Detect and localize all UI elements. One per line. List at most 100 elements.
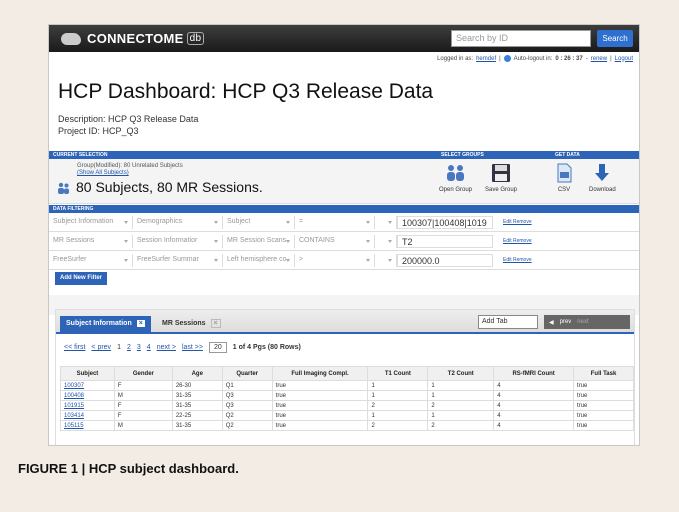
add-filter-button[interactable]: Add New Filter <box>55 272 108 285</box>
filter-value-input[interactable]: 100307|100408|1019 <box>397 215 493 229</box>
table-row: 101915 F 31-35 Q3 true 2 2 4 true <box>60 400 634 411</box>
tab-bar: Subject Information × MR Sessions × Add … <box>56 310 634 334</box>
filter-operator-select-2[interactable] <box>375 215 397 229</box>
logo[interactable]: CONNECTOME db <box>61 31 205 46</box>
subjects-table: Subject Gender Age Quarter Full Imaging … <box>60 366 634 431</box>
get-data-label: GET DATA <box>555 152 580 158</box>
edit-remove-link[interactable]: Edit Remove <box>503 257 532 263</box>
filter-operator-select-2[interactable] <box>375 253 397 267</box>
filter-value-input[interactable]: 200000.0 <box>397 253 493 267</box>
table-cell: true <box>271 390 369 401</box>
page-3-link[interactable]: 3 <box>137 344 141 351</box>
table-cell: F <box>113 400 173 411</box>
user-link[interactable]: hemdef <box>476 56 496 62</box>
subject-link[interactable]: 105115 <box>60 420 115 431</box>
edit-remove-link[interactable]: Edit Remove <box>503 238 532 244</box>
download-button[interactable]: Download <box>589 163 616 193</box>
edit-remove-link[interactable]: Edit Remove <box>503 219 532 225</box>
current-selection-label: CURRENT SELECTION <box>53 152 108 158</box>
table-cell: 31-35 <box>171 390 223 401</box>
filter-field-select[interactable]: Left hemisphere co <box>223 253 295 267</box>
table-row: 100408 M 31-35 Q3 true 1 1 4 true <box>60 390 634 401</box>
filter-value-input[interactable]: T2 <box>397 234 493 248</box>
column-header[interactable]: Age <box>171 366 223 381</box>
table-cell: true <box>271 420 369 431</box>
table-cell: 4 <box>493 380 575 391</box>
close-icon[interactable]: × <box>210 319 221 328</box>
page-4-link[interactable]: 4 <box>147 344 151 351</box>
filter-operator-select[interactable]: CONTAINS <box>295 234 375 248</box>
renew-link[interactable]: renew <box>591 56 607 62</box>
search-button[interactable]: Search <box>597 30 633 47</box>
filter-operator-select-2[interactable] <box>375 234 397 248</box>
prev-page-link[interactable]: < prev <box>91 344 111 351</box>
filter-operator-select[interactable]: = <box>295 215 375 229</box>
column-header[interactable]: Full Task <box>573 366 634 381</box>
add-tab-select[interactable]: Add Tab <box>478 315 538 329</box>
table-cell: Q2 <box>221 410 273 421</box>
subject-link[interactable]: 103414 <box>60 410 115 421</box>
prev-tab-button[interactable]: prev <box>560 319 572 325</box>
login-status: Logged in as: hemdef | Auto-logout in: 0… <box>437 55 633 62</box>
column-header[interactable]: T1 Count <box>367 366 429 381</box>
column-header[interactable]: RS-fMRI Count <box>493 366 575 381</box>
logged-in-label: Logged in as: <box>437 55 474 62</box>
group-line: Group(Modified): 80 Unrelated Subjects <box>77 163 183 169</box>
page-1: 1 <box>117 344 121 351</box>
filter-subcategory-select[interactable]: FreeSurfer Summar <box>133 253 223 267</box>
filter-field-select[interactable]: Subject <box>223 215 295 229</box>
table-cell: 4 <box>493 420 575 431</box>
tab-mr-sessions[interactable]: MR Sessions × <box>156 316 227 332</box>
first-page-link[interactable]: << first <box>64 344 85 351</box>
table-cell: 2 <box>367 400 429 411</box>
open-group-label: Open Group <box>439 187 473 193</box>
description: Description: HCP Q3 Release Data Project… <box>58 113 198 137</box>
data-filtering-label: DATA FILTERING <box>53 206 94 212</box>
csv-label: CSV <box>557 187 571 193</box>
open-group-button[interactable]: Open Group <box>439 163 472 193</box>
group-info: Group(Modified): 80 Unrelated Subjects (… <box>77 163 183 177</box>
show-all-link[interactable]: (Show All Subjects) <box>77 170 129 176</box>
column-header[interactable]: Gender <box>113 366 173 381</box>
table-cell: 4 <box>493 390 575 401</box>
filter-category-select[interactable]: MR Sessions <box>49 234 133 248</box>
results-panel: Subject Information × MR Sessions × Add … <box>55 309 635 445</box>
column-header[interactable]: Subject <box>60 366 115 381</box>
table-cell: 2 <box>427 400 495 411</box>
column-header[interactable]: Quarter <box>221 366 273 381</box>
table-cell: 26-30 <box>171 380 223 391</box>
csv-button[interactable]: CSV <box>553 163 575 193</box>
save-group-button[interactable]: Save Group <box>485 163 517 193</box>
table-row: 103414 F 22-25 Q2 true 1 1 4 true <box>60 410 634 421</box>
select-groups-label: SELECT GROUPS <box>441 152 484 158</box>
logout-link[interactable]: Logout <box>615 56 633 62</box>
table-cell: F <box>113 410 173 421</box>
column-header[interactable]: T2 Count <box>427 366 495 381</box>
close-icon[interactable]: × <box>136 320 145 327</box>
search-input[interactable]: Search by ID <box>451 30 591 47</box>
last-page-link[interactable]: last >> <box>182 344 203 351</box>
table-cell: 22-25 <box>171 410 223 421</box>
next-page-link[interactable]: next > <box>157 344 176 351</box>
page-2-link[interactable]: 2 <box>127 344 131 351</box>
subject-link[interactable]: 100307 <box>60 380 115 391</box>
page-title: HCP Dashboard: HCP Q3 Release Data <box>58 80 434 103</box>
filter-subcategory-select[interactable]: Session Informatior <box>133 234 223 248</box>
rows-per-page-select[interactable]: 20 <box>208 342 227 353</box>
tab-subject-information[interactable]: Subject Information × <box>60 316 151 332</box>
filter-subcategory-select[interactable]: Demographics <box>133 215 223 229</box>
filter-category-select[interactable]: Subject Information <box>49 215 133 229</box>
filter-operator-select[interactable]: > <box>295 253 375 267</box>
filter-field-select[interactable]: MR Session Scans <box>223 234 295 248</box>
table-cell: Q1 <box>221 380 273 391</box>
column-header[interactable]: Full Imaging Compl. <box>271 366 369 381</box>
subject-link[interactable]: 100408 <box>60 390 115 401</box>
filter-row: Subject Information Demographics Subject… <box>49 213 639 232</box>
people-icon <box>57 181 70 194</box>
subject-link[interactable]: 101915 <box>60 400 115 411</box>
collapse-icon[interactable]: ◀ <box>549 319 554 326</box>
next-tab-button[interactable]: next <box>577 319 588 325</box>
description-text: Description: HCP Q3 Release Data <box>58 114 199 124</box>
table-cell: 1 <box>367 380 429 391</box>
filter-category-select[interactable]: FreeSurfer <box>49 253 133 267</box>
